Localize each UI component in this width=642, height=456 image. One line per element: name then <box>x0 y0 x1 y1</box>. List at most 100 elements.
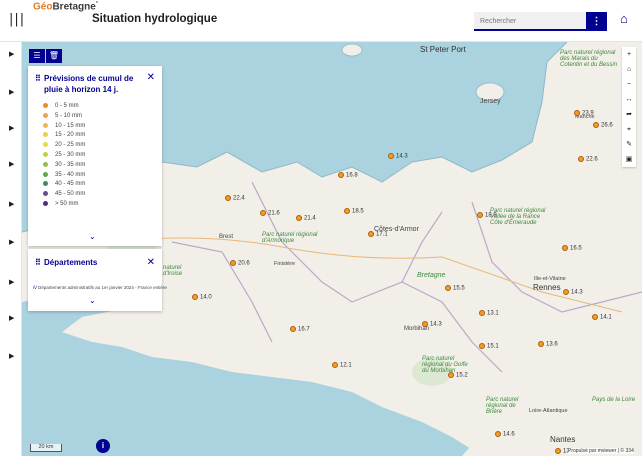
share-icon[interactable]: ➦ <box>622 107 636 122</box>
station-marker[interactable]: 21.6 <box>260 210 280 217</box>
legend-swatch <box>43 161 48 167</box>
station-marker[interactable]: 21.4 <box>296 215 316 222</box>
chevron-down-icon[interactable]: ⌄ <box>89 232 96 241</box>
station-marker[interactable]: 26.6 <box>593 122 613 129</box>
map-label: Brest <box>219 234 234 240</box>
map-label: Bretagne <box>417 272 446 279</box>
map-label: Jersey <box>480 98 501 105</box>
station-marker[interactable]: 13.1 <box>479 310 499 317</box>
station-marker[interactable]: 15.5 <box>445 285 465 292</box>
drag-handle-icon[interactable]: ⠿ <box>35 257 41 268</box>
trash-icon[interactable]: 🗑 <box>46 49 62 63</box>
legend-swatch <box>43 103 48 108</box>
legend-item: 40 - 45 mm <box>43 181 85 191</box>
station-marker[interactable]: 15.1 <box>479 343 499 350</box>
legend-swatch <box>43 112 48 118</box>
station-marker[interactable]: 18.5 <box>344 208 364 215</box>
chevron-down-icon[interactable]: ⌄ <box>89 296 96 305</box>
panel-title: Prévisions de cumul de pluie à horizon 1… <box>44 74 134 94</box>
legend-swatch <box>43 181 48 187</box>
chevron-right-icon[interactable]: ▶ <box>9 160 14 168</box>
station-marker[interactable]: 15.2 <box>448 372 468 379</box>
chevron-right-icon[interactable]: ▶ <box>9 314 14 322</box>
chevron-right-icon[interactable]: ▶ <box>9 352 14 360</box>
info-icon[interactable]: i <box>96 439 110 453</box>
map-credit: Propulsé par mviewer | © 334 <box>568 448 634 454</box>
station-marker[interactable]: 22.4 <box>225 195 245 202</box>
map-label: St Peter Port <box>420 45 466 54</box>
legend-item: 25 - 30 mm <box>43 151 85 162</box>
map-label: Loire-Atlantique <box>529 408 568 414</box>
map-label: Rennes <box>533 283 561 292</box>
legend-swatch <box>43 200 48 206</box>
layers-list-icon[interactable]: ☰ <box>29 49 45 63</box>
map-label: Ille-et-Vilaine <box>534 276 566 282</box>
panel-title: Départements <box>44 258 98 267</box>
legend-item: 10 - 15 mm <box>43 122 85 133</box>
chevron-right-icon[interactable]: ▶ <box>9 278 14 286</box>
zoom-out-icon[interactable]: − <box>622 77 636 92</box>
legend-swatch <box>43 151 48 157</box>
station-marker[interactable]: 14.3 <box>422 321 442 328</box>
legend-item: 35 - 40 mm <box>43 171 85 182</box>
legend-item: 5 - 10 mm <box>43 112 85 123</box>
legend-item: > 50 mm <box>43 200 85 211</box>
station-marker[interactable]: 16.5 <box>562 245 582 252</box>
station-marker[interactable]: 13.6 <box>538 341 558 348</box>
legend-item: 30 - 35 mm <box>43 161 85 172</box>
map-label: naturel d'Iroise <box>163 265 183 277</box>
map-label: Nantes <box>550 435 576 444</box>
chevron-right-icon[interactable]: ▶ <box>9 88 14 96</box>
header: ||| GéoBretagne° Situation hydrologique … <box>0 0 642 42</box>
drag-handle-icon[interactable]: ⠿ <box>35 73 41 84</box>
station-marker[interactable]: 14.3 <box>388 153 408 160</box>
search-input[interactable]: Rechercher <box>474 12 586 31</box>
scale-bar: 20 km <box>30 444 62 452</box>
legend-swatch <box>43 171 48 177</box>
station-marker[interactable]: 17.1 <box>368 231 388 238</box>
map-label: Pays de la Loire <box>592 397 636 403</box>
image-icon[interactable]: ▣ <box>622 152 636 167</box>
legend-item: 0 - 5 mm <box>43 103 85 113</box>
legend-swatch <box>43 191 48 197</box>
chevron-right-icon[interactable]: ▶ <box>9 200 14 208</box>
map-label: Parc naturel régional Vallée de la Rance… <box>490 208 546 226</box>
map-toolbar: + ⌂ − ↔ ➦ ⌖ ✎ ▣ <box>622 47 636 167</box>
station-marker[interactable]: 12.1 <box>332 362 352 369</box>
rain-legend: 0 - 5 mm 5 - 10 mm 10 - 15 mm 15 - 20 mm… <box>43 103 85 211</box>
station-marker[interactable]: 14.6 <box>495 431 515 438</box>
map-label: Parc naturel régional de Brière <box>486 397 519 415</box>
station-marker[interactable]: 14.0 <box>192 294 212 301</box>
geobretagne-logo[interactable]: GéoBretagne° <box>33 1 98 12</box>
map-label: Parc naturel régional d'Armorique <box>262 232 318 244</box>
legend-swatch <box>43 122 48 128</box>
panel-toolbar: ☰ 🗑 <box>29 45 63 63</box>
close-icon[interactable]: ✕ <box>147 257 155 268</box>
station-marker[interactable]: 18.9 <box>477 212 497 219</box>
layer-source: /\/ Départements administratifs au 1er j… <box>33 285 167 290</box>
station-marker[interactable]: 16.7 <box>290 326 310 333</box>
station-marker[interactable]: 22.6 <box>578 156 598 163</box>
departements-panel: ⠿ Départements ✕ /\/ Départements adminis… <box>28 249 167 311</box>
home-icon[interactable]: ⌂ <box>622 62 636 77</box>
search-button[interactable]: ⋮ <box>586 12 607 31</box>
chevron-right-icon[interactable]: ▶ <box>9 124 14 132</box>
chevron-right-icon[interactable]: ▶ <box>9 238 14 246</box>
station-marker[interactable]: 16.8 <box>338 172 358 179</box>
zoom-in-icon[interactable]: + <box>622 47 636 62</box>
measure-icon[interactable]: ↔ <box>622 92 636 107</box>
map-label: Finistère <box>274 261 296 267</box>
station-marker[interactable]: 14.3 <box>563 289 583 296</box>
station-marker[interactable]: 20.6 <box>230 260 250 267</box>
chevron-right-icon[interactable]: ▶ <box>9 50 14 58</box>
legend-swatch <box>43 132 48 138</box>
home-icon[interactable]: ⌂ <box>620 11 628 26</box>
station-marker[interactable]: 23.9 <box>574 110 594 117</box>
menu-icon[interactable]: ||| <box>9 12 25 27</box>
location-icon[interactable]: ⌖ <box>622 122 636 137</box>
close-icon[interactable]: ✕ <box>147 72 155 83</box>
legend-item: 15 - 20 mm <box>43 132 85 142</box>
map-label: Parc naturel régional des Marais du Cote… <box>560 50 618 68</box>
station-marker[interactable]: 14.1 <box>592 314 612 321</box>
tools-icon[interactable]: ✎ <box>622 137 636 152</box>
